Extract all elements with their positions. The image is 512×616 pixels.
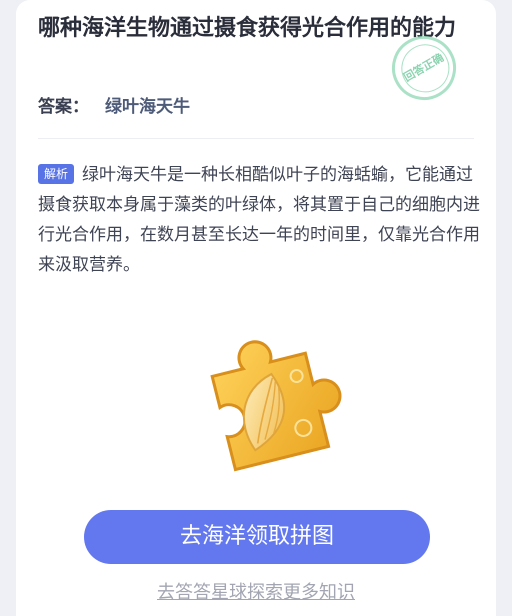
claim-puzzle-button[interactable]: 去海洋领取拼图 bbox=[84, 510, 430, 564]
explanation-tag: 解析 bbox=[38, 164, 75, 184]
explanation: 解析 绿叶海天牛是一种长相酷似叶子的海蛞蝓，它能通过摄食获取本身属于藻类的叶绿体，… bbox=[38, 160, 488, 280]
question-card: 哪种海洋生物通过摄食获得光合作用的能力 回答正确 答案： 绿叶海天牛 解析 绿叶海天… bbox=[16, 0, 496, 616]
puzzle-piece-icon bbox=[192, 318, 358, 484]
explanation-text: 绿叶海天牛是一种长相酷似叶子的海蛞蝓，它能通过摄食获取本身属于藻类的叶绿体，将其… bbox=[38, 165, 480, 275]
answer-value: 绿叶海天牛 bbox=[105, 97, 190, 117]
explore-more-link[interactable]: 去答答星球探索更多知识 bbox=[16, 578, 496, 604]
divider bbox=[38, 138, 474, 139]
answer-row: 答案： 绿叶海天牛 bbox=[38, 92, 190, 117]
question-title: 哪种海洋生物通过摄食获得光合作用的能力 bbox=[38, 16, 457, 41]
answer-label: 答案： bbox=[38, 97, 89, 117]
